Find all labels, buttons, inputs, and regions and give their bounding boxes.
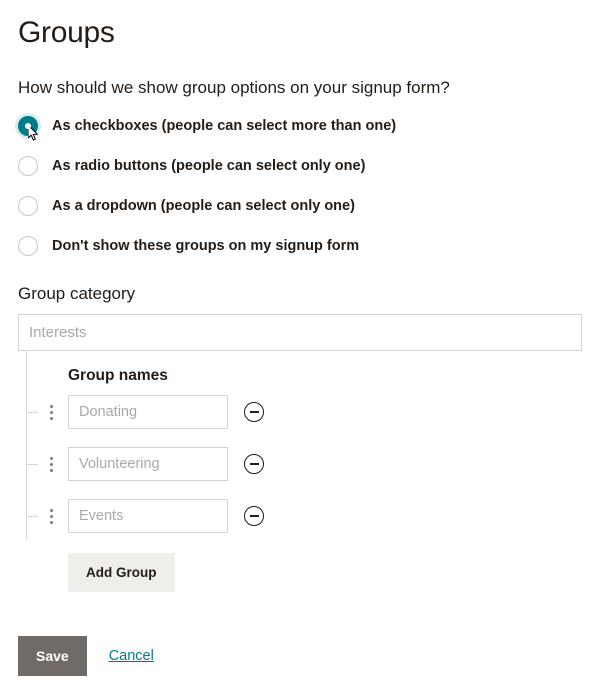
cursor-icon xyxy=(28,125,44,143)
tree-branch xyxy=(26,516,38,517)
option-radio-buttons[interactable]: As radio buttons (people can select only… xyxy=(18,156,582,176)
option-checkboxes[interactable]: As checkboxes (people can select more th… xyxy=(18,116,582,136)
option-label: Don't show these groups on my signup for… xyxy=(52,238,359,254)
radio-icon xyxy=(18,236,38,256)
category-input[interactable] xyxy=(18,314,582,351)
add-group-button[interactable]: Add Group xyxy=(68,553,175,592)
drag-handle-icon[interactable] xyxy=(44,457,58,472)
drag-handle-icon[interactable] xyxy=(44,509,58,524)
group-name-input[interactable] xyxy=(68,499,228,533)
option-dropdown[interactable]: As a dropdown (people can select only on… xyxy=(18,196,582,216)
save-button[interactable]: Save xyxy=(18,636,87,676)
radio-icon xyxy=(18,196,38,216)
remove-group-button[interactable] xyxy=(244,506,264,526)
page-title: Groups xyxy=(18,16,582,50)
option-hide[interactable]: Don't show these groups on my signup for… xyxy=(18,236,582,256)
option-label: As radio buttons (people can select only… xyxy=(52,158,365,174)
group-row xyxy=(26,447,582,481)
minus-icon xyxy=(250,463,259,465)
display-options-group: As checkboxes (people can select more th… xyxy=(18,116,582,256)
option-label: As checkboxes (people can select more th… xyxy=(52,118,396,134)
cancel-link[interactable]: Cancel xyxy=(109,648,154,664)
group-name-input[interactable] xyxy=(68,395,228,429)
display-question: How should we show group options on your… xyxy=(18,78,582,98)
minus-icon xyxy=(250,411,259,413)
radio-icon xyxy=(18,156,38,176)
radio-icon xyxy=(18,116,38,136)
drag-handle-icon[interactable] xyxy=(44,405,58,420)
tree-branch xyxy=(26,464,38,465)
option-label: As a dropdown (people can select only on… xyxy=(52,198,355,214)
minus-icon xyxy=(250,515,259,517)
remove-group-button[interactable] xyxy=(244,454,264,474)
group-names-label: Group names xyxy=(68,367,582,385)
group-row xyxy=(26,499,582,533)
footer: Save Cancel xyxy=(18,636,582,676)
category-label: Group category xyxy=(18,284,582,304)
tree-branch xyxy=(26,412,38,413)
group-name-input[interactable] xyxy=(68,447,228,481)
remove-group-button[interactable] xyxy=(244,402,264,422)
group-row xyxy=(26,395,582,429)
